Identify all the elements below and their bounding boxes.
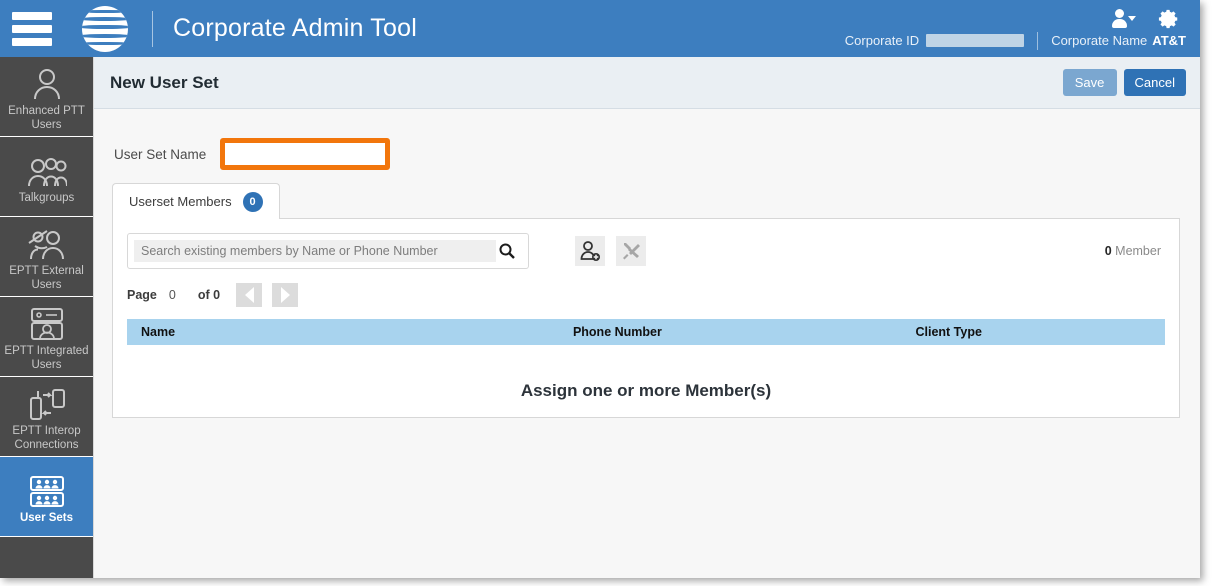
column-header-phone-number: Phone Number (562, 319, 906, 345)
user-sets-icon (29, 473, 65, 507)
external-user-icon (27, 226, 67, 260)
member-count-label: Member (1115, 244, 1161, 258)
next-page-button[interactable] (272, 283, 299, 307)
sidebar-item-enhanced-ptt-users[interactable]: Enhanced PTT Users (0, 57, 93, 137)
corporate-id-label: Corporate ID (844, 33, 920, 48)
save-button[interactable]: Save (1062, 69, 1117, 96)
member-action-buttons (575, 236, 646, 266)
att-globe-logo-icon (82, 5, 128, 52)
search-input[interactable] (141, 244, 496, 258)
integrated-user-icon (30, 306, 64, 340)
sidebar-item-eptt-interop-connections[interactable]: EPTT Interop Connections (0, 377, 93, 457)
member-count: 0 Member (1105, 244, 1165, 258)
user-set-name-row: User Set Name (94, 109, 1200, 177)
sidebar-item-user-sets[interactable]: User Sets (0, 457, 93, 537)
cancel-button[interactable]: Cancel (1123, 69, 1186, 96)
search-field-inner (134, 240, 496, 262)
header-icon-row (1112, 8, 1180, 30)
sidebar-item-eptt-external-users[interactable]: EPTT External Users (0, 217, 93, 297)
members-panel: 0 Member Page 0 of 0 (112, 218, 1180, 418)
application-window: Corporate Admin Tool Corporate ID Corpor… (0, 0, 1200, 578)
user-set-name-input[interactable] (225, 143, 386, 165)
page-label: Page (127, 288, 157, 302)
empty-state-row: Assign one or more Member(s) (127, 345, 1165, 401)
member-count-number: 0 (1104, 244, 1112, 258)
sidebar-item-label: User Sets (19, 511, 74, 524)
page-number-value: 0 (168, 288, 176, 302)
prev-page-button[interactable] (236, 283, 263, 307)
user-set-name-highlight (220, 138, 391, 170)
interop-radio-phone-icon (27, 386, 67, 420)
sidebar-item-eptt-integrated-users[interactable]: EPTT Integrated Users (0, 297, 93, 377)
user-set-name-label: User Set Name (114, 146, 207, 162)
add-member-button[interactable] (575, 236, 605, 266)
page-body: Enhanced PTT Users Talkgroups EPTT Exter… (0, 57, 1200, 578)
prev-page-icon (244, 287, 254, 303)
header-divider (152, 10, 153, 47)
sidebar-item-label: EPTT External Users (9, 264, 84, 291)
members-table-head: Name Phone Number Client Type (127, 319, 1165, 345)
single-user-icon (32, 66, 62, 100)
members-table: Name Phone Number Client Type Assign one… (127, 319, 1165, 401)
user-account-icon[interactable] (1112, 8, 1136, 29)
corporate-info-divider (1037, 31, 1039, 50)
header-right-cluster: Corporate ID Corporate Name AT&T (845, 0, 1186, 57)
hamburger-menu-icon[interactable] (12, 11, 52, 46)
sidebar-item-label: Talkgroups (18, 191, 75, 204)
app-title: Corporate Admin Tool (173, 14, 417, 42)
sidebar-item-label: EPTT Integrated Users (4, 344, 89, 371)
corporate-info-line: Corporate ID Corporate Name AT&T (844, 31, 1186, 50)
tab-userset-members[interactable]: Userset Members 0 (112, 183, 280, 219)
left-sidebar-nav: Enhanced PTT Users Talkgroups EPTT Exter… (0, 57, 93, 578)
tab-strip: Userset Members 0 (112, 183, 1180, 219)
tab-label: Userset Members (129, 194, 232, 209)
tab-count-badge: 0 (242, 191, 263, 212)
column-header-name: Name (127, 319, 563, 345)
tools-button[interactable] (616, 236, 646, 266)
page-total-label: of 0 (197, 288, 221, 302)
add-member-icon (580, 241, 600, 261)
corporate-name-label: Corporate Name (1051, 33, 1148, 48)
main-content-area: New User Set Save Cancel User Set Name U… (93, 57, 1200, 578)
sidebar-item-label: Enhanced PTT Users (8, 104, 85, 131)
members-panel-wrapper: Userset Members 0 Search existing member… (94, 177, 1200, 418)
search-container (127, 233, 529, 269)
sidebar-item-talkgroups[interactable]: Talkgroups (0, 137, 93, 217)
empty-state-message: Assign one or more Member(s) (520, 381, 772, 400)
column-header-client-type: Client Type (905, 319, 1165, 345)
pagination-row: Page 0 of 0 (127, 283, 1165, 307)
tools-icon (623, 243, 640, 260)
gear-icon[interactable] (1158, 8, 1180, 30)
page-header: New User Set Save Cancel (94, 57, 1200, 109)
table-header-row: Name Phone Number Client Type (127, 319, 1165, 345)
corporate-id-value-redacted (926, 34, 1025, 47)
magnifier-icon[interactable] (496, 243, 518, 259)
top-header-bar: Corporate Admin Tool Corporate ID Corpor… (0, 0, 1200, 57)
sidebar-item-label: EPTT Interop Connections (12, 424, 81, 451)
next-page-icon (280, 287, 290, 303)
members-table-body: Assign one or more Member(s) (127, 345, 1165, 401)
group-users-icon (27, 153, 67, 187)
members-toolbar: 0 Member (127, 233, 1165, 269)
corporate-name-value: AT&T (1152, 33, 1186, 48)
page-title: New User Set (110, 72, 219, 92)
